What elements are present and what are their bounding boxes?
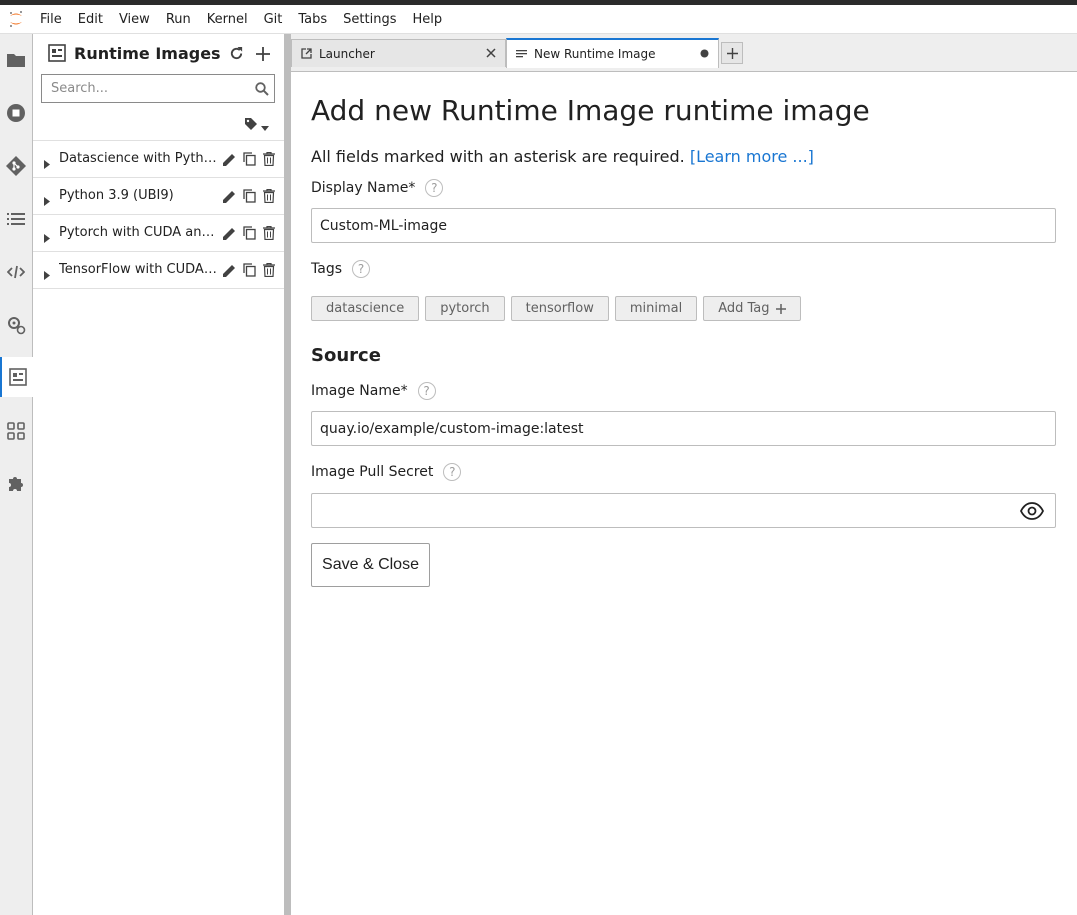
tags-label-row: Tags ? (311, 260, 370, 278)
help-icon[interactable]: ? (417, 382, 436, 400)
menu-tabs[interactable]: Tabs (290, 5, 335, 34)
runtime-image-item[interactable]: Pytorch with CUDA and Python 3.9 (UBI9) (33, 215, 284, 252)
launch-icon (301, 48, 313, 60)
refresh-icon[interactable] (229, 46, 244, 65)
required-note: All fields marked with an asterisk are r… (311, 147, 814, 166)
panel-title: Runtime Images (74, 44, 221, 63)
tag-chip[interactable]: pytorch (425, 296, 505, 321)
menu-help[interactable]: Help (405, 5, 451, 34)
unsaved-dot-icon[interactable] (698, 47, 710, 59)
tag-chip[interactable]: tensorflow (510, 296, 609, 321)
panel-splitter[interactable] (284, 34, 291, 915)
delete-icon[interactable] (261, 188, 277, 204)
runtime-image-label: TensorFlow with CUDA and Python 3.9 (UBI… (59, 262, 217, 277)
learn-more-link[interactable]: [Learn more ...] (690, 147, 814, 166)
toc-icon[interactable] (0, 199, 32, 239)
tab-new-runtime-image[interactable]: New Runtime Image (506, 38, 719, 68)
duplicate-icon[interactable] (241, 262, 257, 278)
runtime-image-item[interactable]: Datascience with Python 3.9 (UBI9) (33, 141, 284, 178)
jupyter-logo-icon (0, 5, 32, 34)
menu-bar: File Edit View Run Kernel Git Tabs Setti… (0, 5, 1077, 34)
code-snippet-icon[interactable] (0, 252, 32, 292)
duplicate-icon[interactable] (241, 151, 257, 167)
pull-secret-label-row: Image Pull Secret ? (311, 463, 462, 481)
search-icon[interactable] (255, 81, 269, 100)
menu-run[interactable]: Run (158, 5, 199, 34)
eye-icon[interactable] (1019, 502, 1045, 520)
caret-right-icon[interactable] (44, 265, 52, 280)
plus-icon (775, 303, 786, 314)
delete-icon[interactable] (261, 225, 277, 241)
plus-icon (726, 44, 738, 63)
image-name-label-row: Image Name* ? (311, 382, 436, 400)
add-tag-label: Add Tag (718, 301, 770, 316)
display-name-label-row: Display Name* ? (311, 179, 444, 197)
add-runtime-image-icon[interactable] (256, 46, 270, 65)
git-icon[interactable] (0, 146, 32, 186)
search-input[interactable] (42, 75, 247, 102)
menu-view[interactable]: View (111, 5, 158, 34)
edit-icon[interactable] (221, 188, 237, 204)
runtime-images-header-icon (48, 44, 66, 66)
add-tag-button[interactable]: Add Tag (703, 296, 801, 321)
runtimes-config-icon[interactable] (0, 305, 32, 345)
menu-edit[interactable]: Edit (70, 5, 111, 34)
caret-right-icon[interactable] (44, 154, 52, 169)
display-name-field[interactable]: Custom-ML-image (311, 208, 1056, 243)
delete-icon[interactable] (261, 151, 277, 167)
edit-icon[interactable] (221, 262, 237, 278)
runtime-images-panel: Runtime Images Datascience with Python 3… (33, 34, 284, 915)
caret-right-icon[interactable] (44, 228, 52, 243)
tag-chip[interactable]: minimal (614, 296, 698, 321)
runtime-image-label: Pytorch with CUDA and Python 3.9 (UBI9) (59, 225, 217, 240)
image-name-label: Image Name* (311, 383, 408, 399)
source-heading: Source (311, 345, 381, 366)
help-icon[interactable]: ? (425, 179, 444, 197)
runtime-image-label: Python 3.9 (UBI9) (59, 188, 174, 203)
duplicate-icon[interactable] (241, 188, 257, 204)
page-title: Add new Runtime Image runtime image (311, 94, 870, 127)
tag-icon (244, 116, 258, 135)
left-activity-bar (0, 34, 33, 915)
menu-file[interactable]: File (32, 5, 70, 34)
required-note-text: All fields marked with an asterisk are r… (311, 147, 685, 166)
save-close-button[interactable]: Save & Close (311, 543, 430, 587)
runtime-image-item[interactable]: TensorFlow with CUDA and Python 3.9 (UBI… (33, 252, 284, 289)
file-icon (516, 48, 528, 60)
pull-secret-label: Image Pull Secret (311, 464, 434, 480)
tab-label: New Runtime Image (534, 47, 656, 61)
caret-right-icon[interactable] (44, 191, 52, 206)
pull-secret-field[interactable] (311, 493, 1056, 528)
menu-kernel[interactable]: Kernel (199, 5, 256, 34)
chevron-down-icon (261, 116, 269, 135)
tab-launcher[interactable]: Launcher (291, 39, 506, 67)
runtime-image-label: Datascience with Python 3.9 (UBI9) (59, 151, 217, 166)
image-name-field[interactable]: quay.io/example/custom-image:latest (311, 411, 1056, 446)
runtime-image-item[interactable]: Python 3.9 (UBI9) (33, 178, 284, 215)
component-catalog-icon[interactable] (0, 411, 32, 451)
duplicate-icon[interactable] (241, 225, 257, 241)
runtime-image-editor: Add new Runtime Image runtime image All … (291, 73, 1077, 915)
tab-bar: Launcher New Runtime Image (291, 34, 1077, 72)
search-box (41, 74, 275, 103)
tag-filter-button[interactable] (244, 116, 272, 134)
tags-list: datascience pytorch tensorflow minimal A… (311, 296, 801, 321)
edit-icon[interactable] (221, 151, 237, 167)
close-icon[interactable] (485, 47, 497, 59)
folder-icon[interactable] (0, 40, 32, 80)
tab-label: Launcher (319, 46, 375, 61)
menu-git[interactable]: Git (256, 5, 291, 34)
edit-icon[interactable] (221, 225, 237, 241)
running-icon[interactable] (0, 93, 32, 133)
extensions-icon[interactable] (0, 464, 32, 504)
add-tab-button[interactable] (721, 42, 743, 64)
help-icon[interactable]: ? (443, 463, 462, 481)
delete-icon[interactable] (261, 262, 277, 278)
menu-settings[interactable]: Settings (335, 5, 404, 34)
help-icon[interactable]: ? (352, 260, 370, 278)
tag-chip[interactable]: datascience (311, 296, 420, 321)
tags-label: Tags (311, 261, 342, 277)
display-name-label: Display Name* (311, 180, 416, 196)
runtime-images-icon[interactable] (0, 357, 33, 397)
